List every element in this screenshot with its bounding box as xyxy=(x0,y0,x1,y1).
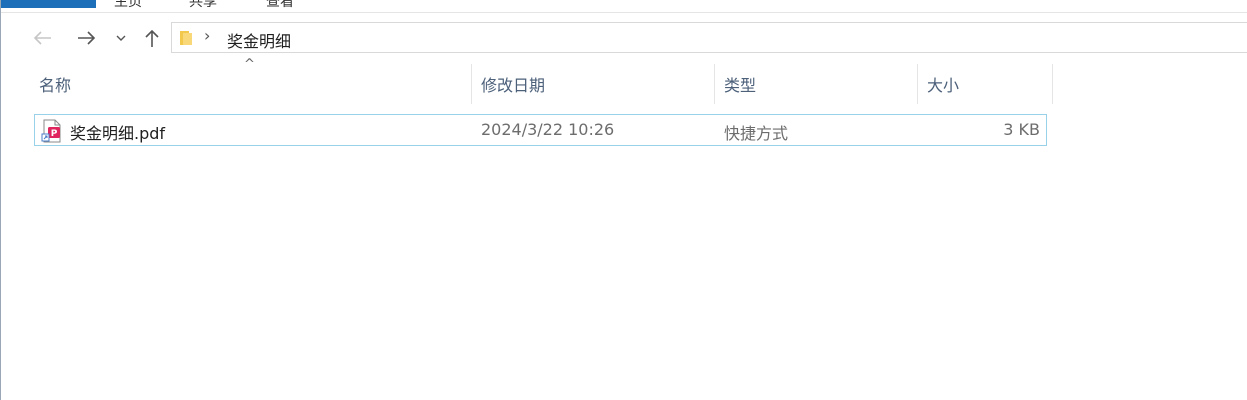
column-header-size-label: 大小 xyxy=(927,76,960,95)
column-header-name-label: 名称 xyxy=(39,76,72,95)
arrow-left-icon xyxy=(33,31,51,45)
svg-text:P: P xyxy=(51,129,58,139)
chevron-down-icon xyxy=(116,35,126,41)
folder-icon xyxy=(180,31,192,45)
arrow-up-icon xyxy=(145,29,159,47)
file-modified-date: 2024/3/22 10:26 xyxy=(481,120,615,139)
column-header-name[interactable]: 名称 xyxy=(34,64,471,104)
ribbon-tab-share[interactable]: 共享 xyxy=(189,0,217,11)
file-type: 快捷方式 xyxy=(724,124,789,143)
breadcrumb-current-folder[interactable]: 奖金明细 xyxy=(227,28,291,52)
arrow-right-icon xyxy=(78,31,96,45)
ribbon: 主页 共享 查看 xyxy=(1,0,1247,13)
ribbon-file-tab[interactable] xyxy=(1,0,96,8)
address-bar[interactable]: › 奖金明细 xyxy=(171,22,1247,53)
breadcrumb-separator[interactable]: › xyxy=(204,26,210,45)
column-header-date-label: 修改日期 xyxy=(481,76,546,95)
ribbon-tab-home[interactable]: 主页 xyxy=(114,0,142,11)
file-list-row[interactable]: P 奖金明细.pdf 2024/3/22 10:26 快捷方式 3 KB xyxy=(34,114,1047,146)
file-size: 3 KB xyxy=(1003,120,1040,139)
back-button[interactable] xyxy=(28,26,56,50)
column-header-date[interactable]: 修改日期 xyxy=(472,64,714,104)
forward-button[interactable] xyxy=(73,26,101,50)
ribbon-tab-view[interactable]: 查看 xyxy=(266,0,294,11)
recent-locations-button[interactable] xyxy=(108,26,134,50)
column-header-size[interactable]: 大小 xyxy=(918,64,1052,104)
column-header-type[interactable]: 类型 xyxy=(715,64,917,104)
column-divider[interactable] xyxy=(1052,64,1053,104)
up-button[interactable] xyxy=(138,26,166,50)
column-header-type-label: 类型 xyxy=(724,76,757,95)
file-name: 奖金明细.pdf xyxy=(70,124,166,143)
file-explorer-window: 主页 共享 查看 › 奖金明细 ^ 名称 修改日期 类型 大小 P 奖金明细.p… xyxy=(0,0,1247,400)
pdf-shortcut-icon: P xyxy=(41,119,61,143)
